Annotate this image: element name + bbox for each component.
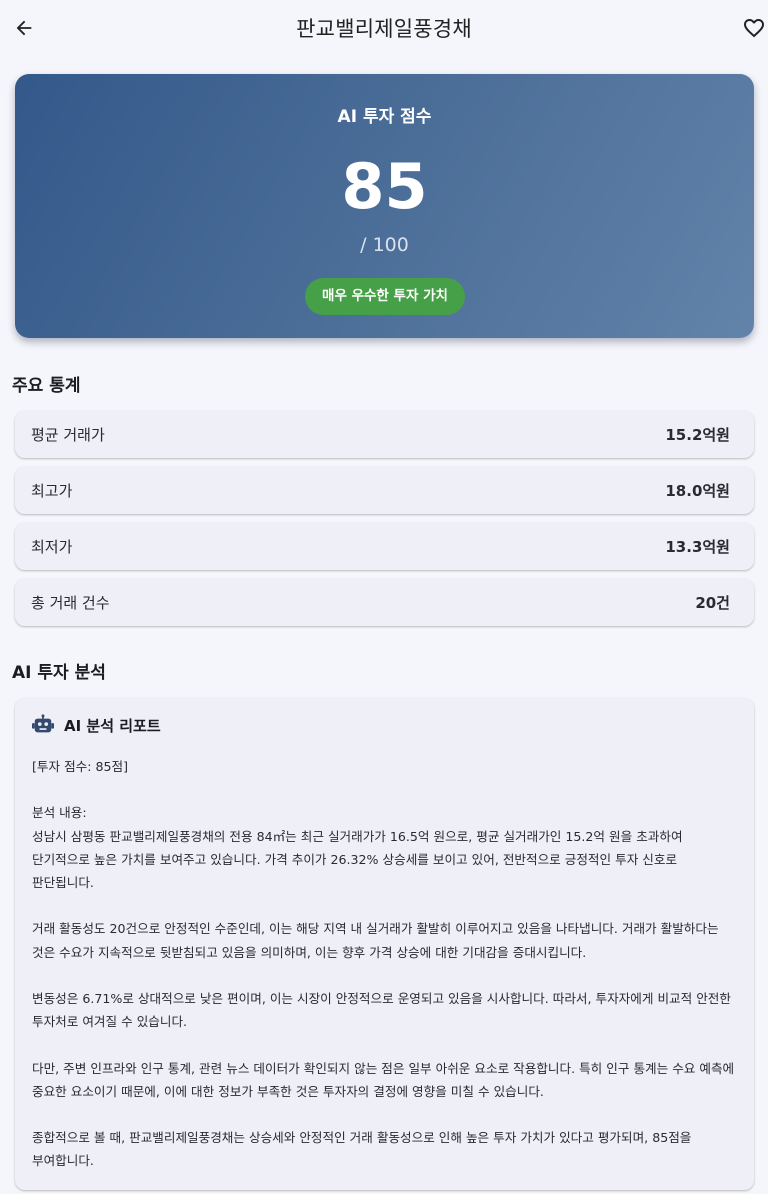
report-text: [투자 점수: 85점] 분석 내용: 성남시 삼평동 판교밸리제일풍경채의 전… (32, 759, 735, 1169)
score-max: / 100 (360, 234, 409, 256)
score-value: 85 (341, 150, 428, 223)
arrow-left-icon (16, 20, 32, 36)
score-card-label: AI 투자 점수 (337, 107, 432, 127)
stat-label: 최고가 (31, 482, 73, 500)
analysis-section-title: AI 투자 분석 (12, 663, 106, 683)
stat-value: 18.0억원 (665, 482, 730, 500)
rating-badge: 매우 우수한 투자 가치 (305, 278, 465, 315)
stat-label: 평균 거래가 (31, 426, 105, 444)
stat-value: 13.3억원 (665, 538, 730, 556)
stat-label: 최저가 (31, 538, 73, 556)
stat-value: 20건 (695, 594, 730, 612)
stat-row-trade-count: 총 거래 건수 20건 (15, 579, 754, 626)
stat-label: 총 거래 건수 (31, 594, 110, 612)
stat-value: 15.2억원 (665, 426, 730, 444)
report-header: AI 분석 리포트 (32, 714, 161, 736)
stat-row-avg-price: 평균 거래가 15.2억원 (15, 411, 754, 458)
page-title: 판교밸리제일풍경채 (296, 17, 472, 41)
robot-icon (32, 714, 54, 733)
favorite-button[interactable] (740, 14, 768, 42)
stats-section-title: 주요 통계 (12, 376, 81, 396)
app-bar: 판교밸리제일풍경채 (0, 0, 768, 56)
stat-row-max-price: 최고가 18.0억원 (15, 467, 754, 514)
ai-report-card: AI 분석 리포트 [투자 점수: 85점] 분석 내용: 성남시 삼평동 판교… (15, 698, 754, 1190)
heart-outline-icon (744, 19, 764, 38)
stat-row-min-price: 최저가 13.3억원 (15, 523, 754, 570)
back-button[interactable] (10, 14, 38, 42)
ai-score-card: AI 투자 점수 85 / 100 매우 우수한 투자 가치 (15, 74, 754, 338)
report-title: AI 분석 리포트 (64, 716, 161, 735)
